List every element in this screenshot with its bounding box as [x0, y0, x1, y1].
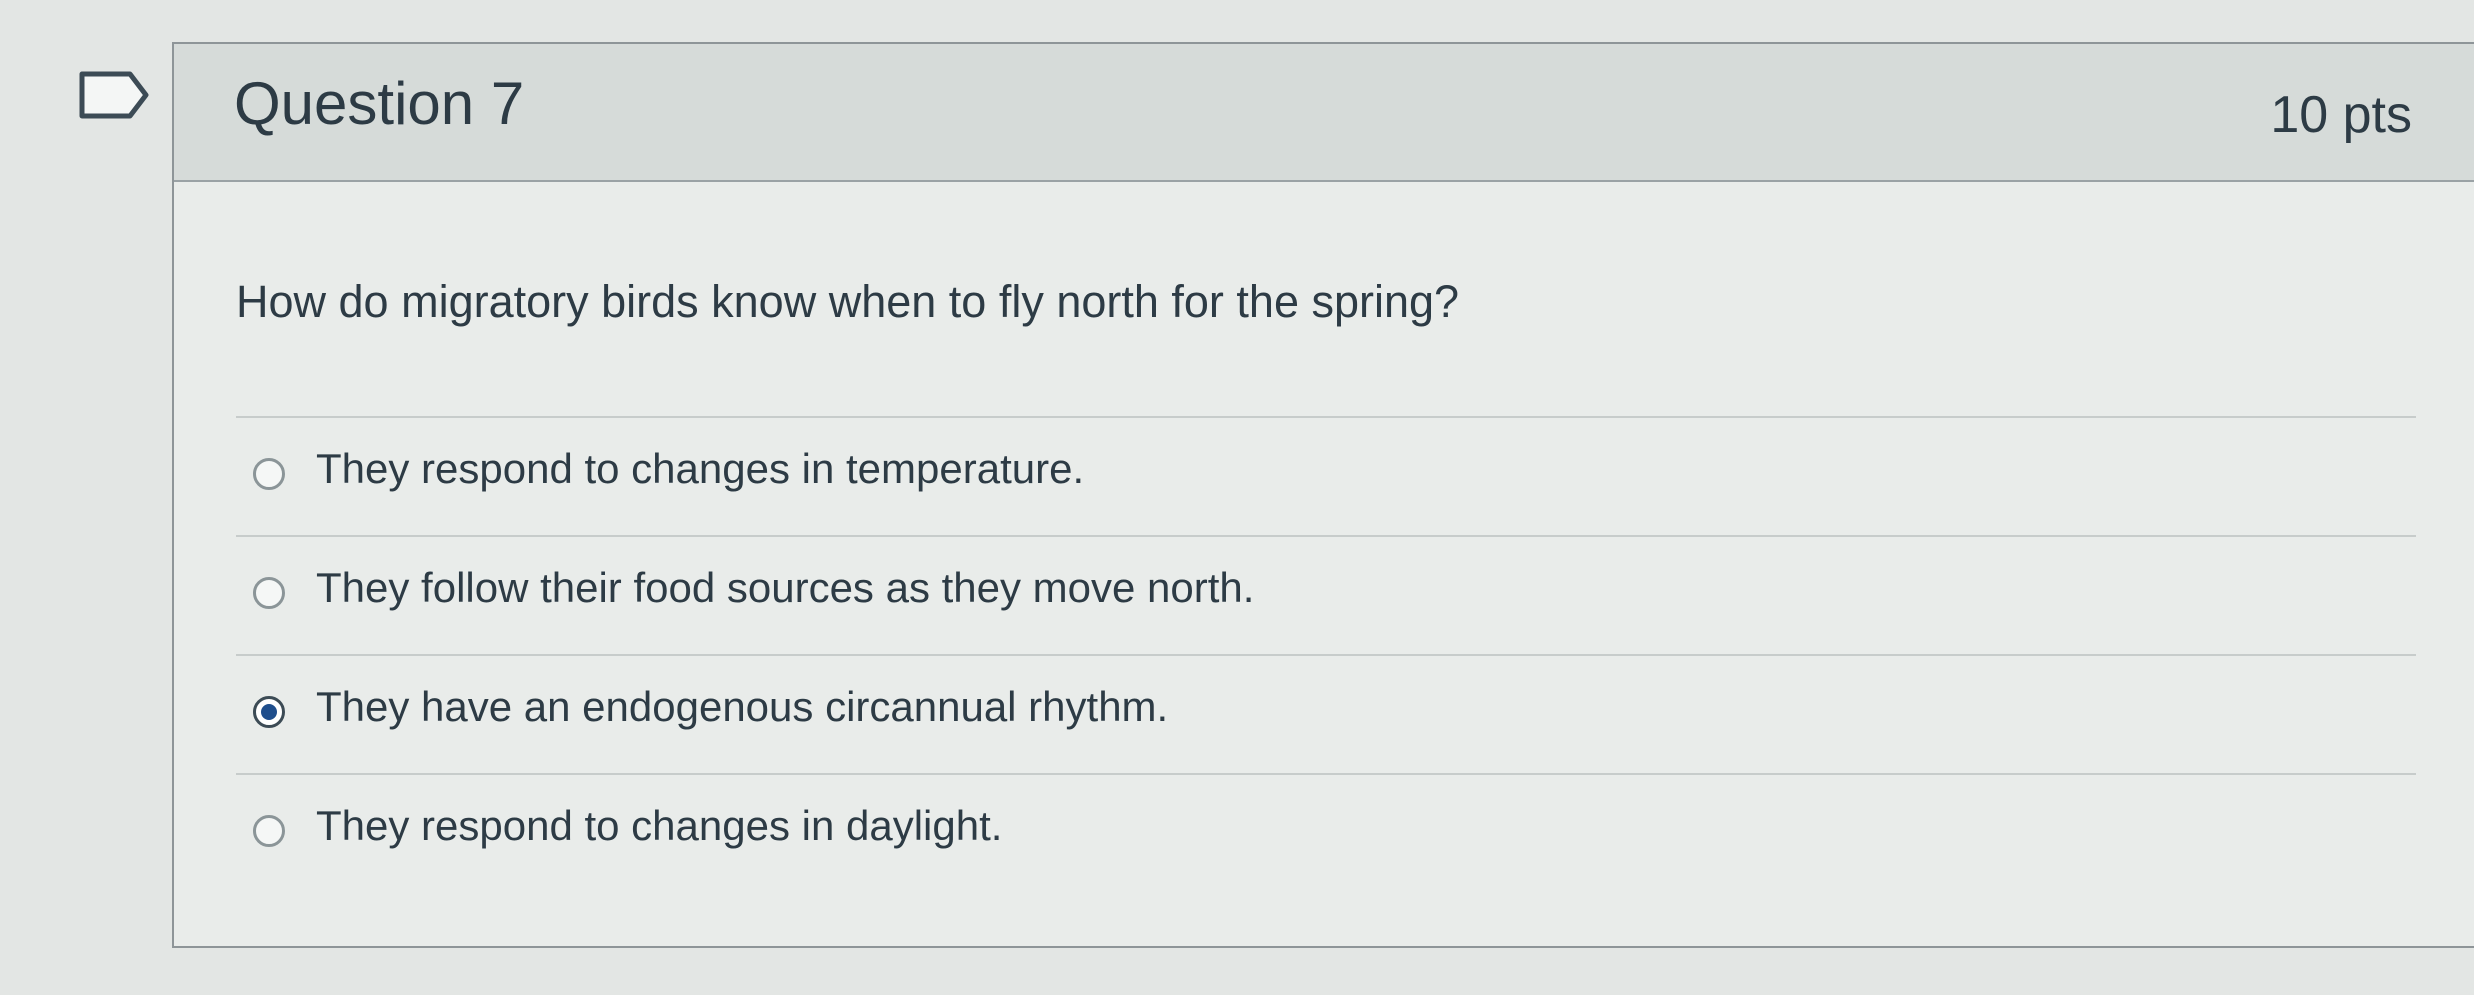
question-header: Question 7 10 pts — [174, 44, 2474, 182]
answer-option[interactable]: They have an endogenous circannual rhyth… — [236, 654, 2416, 773]
answer-option[interactable]: They follow their food sources as they m… — [236, 535, 2416, 654]
answer-option[interactable]: They respond to changes in temperature. — [236, 416, 2416, 535]
question-points: 10 pts — [2270, 86, 2412, 144]
radio-button[interactable] — [253, 815, 285, 847]
answer-label[interactable]: They respond to changes in daylight. — [316, 797, 1002, 855]
answer-label[interactable]: They respond to changes in temperature. — [316, 440, 1084, 498]
question-text: How do migratory birds know when to fly … — [236, 276, 1460, 327]
answer-list: They respond to changes in temperature. … — [236, 416, 2416, 892]
radio-button[interactable] — [253, 577, 285, 609]
question-title: Question 7 — [234, 70, 525, 137]
answer-label[interactable]: They follow their food sources as they m… — [316, 559, 1254, 617]
answer-label[interactable]: They have an endogenous circannual rhyth… — [316, 678, 1168, 736]
answer-option[interactable]: They respond to changes in daylight. — [236, 773, 2416, 892]
radio-button[interactable] — [253, 458, 285, 490]
flag-question-icon[interactable] — [78, 70, 150, 120]
radio-button-selected[interactable] — [253, 696, 285, 728]
question-card: Question 7 10 pts How do migratory birds… — [172, 42, 2474, 948]
